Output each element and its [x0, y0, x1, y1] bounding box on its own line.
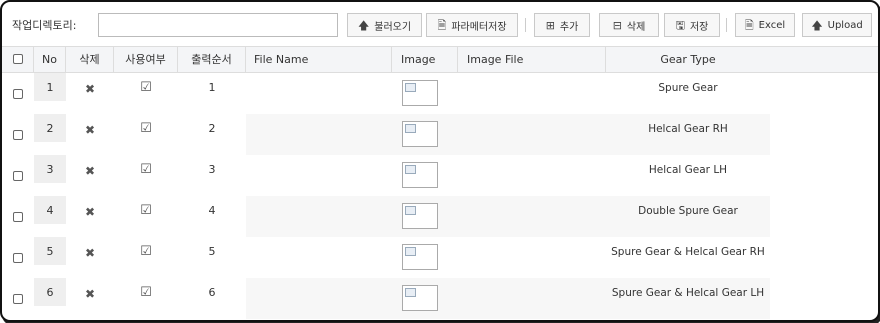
row-select-cell: [2, 155, 34, 196]
grid-panel: 작업디렉토리: 🡅 불러오기 🗎 파라메터저장 ⊞ 추가 ⊟ 삭제 🖫 저장 🗎…: [0, 0, 880, 322]
header-use[interactable]: 사용여부: [114, 47, 178, 72]
row-checkbox[interactable]: [13, 89, 23, 99]
floppy-icon: 🖫: [675, 18, 685, 32]
row-use-checkbox-checked-icon[interactable]: ☑: [114, 278, 178, 319]
toolbar-divider: [525, 18, 526, 32]
row-use-checkbox-checked-icon[interactable]: ☑: [114, 196, 178, 237]
row-select-cell: [2, 196, 34, 237]
row-file-name[interactable]: [246, 237, 392, 278]
row-order: 4: [208, 204, 216, 217]
select-all-cell: [2, 47, 34, 72]
header-file-name[interactable]: File Name: [246, 47, 392, 72]
excel-button[interactable]: 🗎 Excel: [735, 13, 795, 37]
row-select-cell: [2, 73, 34, 114]
toolbar: 작업디렉토리: 🡅 불러오기 🗎 파라메터저장 ⊞ 추가 ⊟ 삭제 🖫 저장 🗎…: [2, 2, 878, 44]
work-directory-input[interactable]: [98, 13, 338, 37]
row-checkbox[interactable]: [13, 130, 23, 140]
row-no: 6: [34, 278, 66, 306]
row-image-placeholder[interactable]: [402, 80, 438, 106]
header-order[interactable]: 출력순서: [178, 47, 246, 72]
row-select-cell: [2, 278, 34, 319]
row-image-file[interactable]: [458, 155, 606, 196]
row-gear-type: Helcal Gear RH: [648, 123, 728, 135]
add-button[interactable]: ⊞ 추가: [534, 13, 590, 37]
row-gear-type: Spure Gear & Helcal Gear RH: [611, 246, 765, 258]
row-order: 5: [208, 245, 216, 258]
minus-square-icon: ⊟: [612, 18, 622, 32]
row-delete-x-icon[interactable]: ✖: [66, 73, 114, 114]
row-checkbox[interactable]: [13, 171, 23, 181]
row-delete-x-icon[interactable]: ✖: [66, 114, 114, 155]
row-select-cell: [2, 114, 34, 155]
header-delete[interactable]: 삭제: [66, 47, 114, 72]
work-directory-label: 작업디렉토리:: [12, 19, 77, 32]
row-image-placeholder[interactable]: [402, 121, 438, 147]
row-image-file[interactable]: [458, 114, 606, 155]
table-row[interactable]: 6 ✖ ☑ 6 Spure Gear & Helcal Gear LH: [2, 278, 878, 319]
row-order: 6: [208, 286, 216, 299]
row-no: 1: [34, 73, 66, 101]
row-file-name[interactable]: [246, 196, 392, 237]
row-image-file[interactable]: [458, 73, 606, 114]
row-use-checkbox-checked-icon[interactable]: ☑: [114, 114, 178, 155]
row-order: 1: [208, 81, 216, 94]
row-no: 2: [34, 114, 66, 142]
row-checkbox[interactable]: [13, 294, 23, 304]
header-gear-type[interactable]: Gear Type: [606, 47, 770, 72]
row-order: 2: [208, 122, 216, 135]
table-row[interactable]: 4 ✖ ☑ 4 Double Spure Gear: [2, 196, 878, 237]
toolbar-divider: [726, 18, 727, 32]
row-gear-type: Spure Gear & Helcal Gear LH: [611, 287, 765, 299]
select-all-checkbox[interactable]: [12, 54, 23, 64]
arrow-up-icon: 🡅: [811, 18, 823, 32]
row-delete-x-icon[interactable]: ✖: [66, 155, 114, 196]
load-button[interactable]: 🡅 불러오기: [347, 13, 422, 37]
row-file-name[interactable]: [246, 73, 392, 114]
row-image-file[interactable]: [458, 196, 606, 237]
row-image-file[interactable]: [458, 237, 606, 278]
row-use-checkbox-checked-icon[interactable]: ☑: [114, 73, 178, 114]
table-row[interactable]: 2 ✖ ☑ 2 Helcal Gear RH: [2, 114, 878, 155]
row-image-placeholder[interactable]: [402, 162, 438, 188]
table-row[interactable]: 3 ✖ ☑ 3 Helcal Gear LH: [2, 155, 878, 196]
grid-header: No 삭제 사용여부 출력순서 File Name Image Image Fi…: [2, 46, 878, 73]
header-image[interactable]: Image: [392, 47, 458, 72]
row-image-placeholder[interactable]: [402, 203, 438, 229]
row-delete-x-icon[interactable]: ✖: [66, 237, 114, 278]
row-delete-x-icon[interactable]: ✖: [66, 196, 114, 237]
row-use-checkbox-checked-icon[interactable]: ☑: [114, 237, 178, 278]
row-checkbox[interactable]: [13, 212, 23, 222]
row-image-file[interactable]: [458, 278, 606, 319]
row-file-name[interactable]: [246, 114, 392, 155]
row-no: 3: [34, 155, 66, 183]
row-use-checkbox-checked-icon[interactable]: ☑: [114, 155, 178, 196]
table-row[interactable]: 1 ✖ ☑ 1 Spure Gear: [2, 73, 878, 114]
parameter-save-button[interactable]: 🗎 파라메터저장: [426, 13, 518, 37]
upload-button[interactable]: 🡅 Upload: [802, 13, 872, 37]
row-no: 5: [34, 237, 66, 265]
excel-file-icon: 🗎: [744, 18, 754, 32]
row-delete-x-icon[interactable]: ✖: [66, 278, 114, 319]
plus-square-icon: ⊞: [545, 18, 555, 32]
row-checkbox[interactable]: [13, 253, 23, 263]
row-file-name[interactable]: [246, 155, 392, 196]
row-file-name[interactable]: [246, 278, 392, 319]
row-gear-type: Helcal Gear LH: [648, 164, 728, 176]
arrow-up-icon: 🡅: [357, 18, 370, 32]
table-row[interactable]: 5 ✖ ☑ 5 Spure Gear & Helcal Gear RH: [2, 237, 878, 278]
row-gear-type: Double Spure Gear: [638, 205, 738, 217]
header-image-file[interactable]: Image File: [458, 47, 606, 72]
header-no[interactable]: No: [34, 47, 66, 72]
row-image-placeholder[interactable]: [402, 244, 438, 270]
row-order: 3: [208, 163, 216, 176]
delete-button[interactable]: ⊟ 삭제: [599, 13, 659, 37]
row-gear-type: Spure Gear: [658, 82, 718, 94]
excel-file-icon: 🗎: [437, 18, 447, 32]
row-image-placeholder[interactable]: [402, 285, 438, 311]
row-no: 4: [34, 196, 66, 224]
row-select-cell: [2, 237, 34, 278]
save-button[interactable]: 🖫 저장: [664, 13, 720, 37]
